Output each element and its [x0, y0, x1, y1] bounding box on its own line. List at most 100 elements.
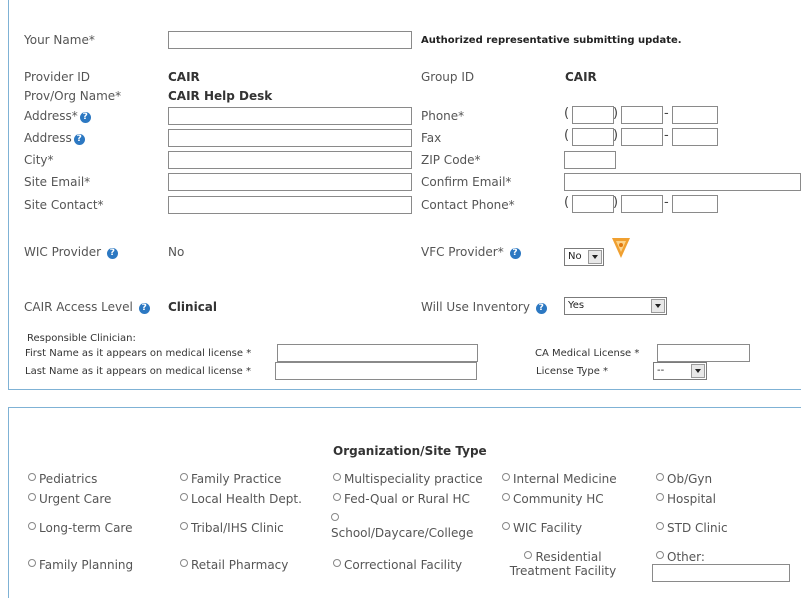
radio-label: School/Daycare/College: [331, 526, 474, 540]
phone-line-input[interactable]: [672, 106, 718, 124]
site-contact-label: Site Contact*: [24, 198, 104, 212]
radio-std-clinic[interactable]: STD Clinic: [656, 521, 728, 535]
radio-retail-pharmacy[interactable]: Retail Pharmacy: [180, 558, 288, 572]
radio-label: Long-term Care: [39, 521, 133, 535]
radio-residential-treatment-facility[interactable]: Residential Treatment Facility: [498, 550, 628, 578]
required-star: *: [246, 348, 252, 359]
radio-urgent-care[interactable]: Urgent Care: [28, 492, 111, 506]
radio-circle: [656, 522, 664, 530]
ca-medical-license-label: CA Medical License *: [535, 348, 639, 359]
wic-provider-value: No: [168, 245, 185, 259]
radio-ob-gyn[interactable]: Ob/Gyn: [656, 472, 712, 486]
radio-family-planning[interactable]: Family Planning: [28, 558, 133, 572]
contact-phone-open-paren: (: [564, 195, 570, 210]
radio-hospital[interactable]: Hospital: [656, 492, 716, 506]
will-use-inventory-selected: Yes: [568, 300, 585, 311]
site-email-input[interactable]: [168, 173, 412, 191]
cair-access-label: CAIR Access Level ?: [24, 300, 150, 314]
contact-phone-area-input[interactable]: [572, 195, 614, 213]
address2-label-text: Address: [24, 131, 72, 145]
radio-pediatrics[interactable]: Pediatrics: [28, 472, 97, 486]
fax-label: Fax: [421, 131, 442, 145]
your-name-input[interactable]: [168, 31, 412, 49]
radio-circle: [502, 522, 510, 530]
radio-label: Other:: [667, 550, 705, 564]
address-input[interactable]: [168, 107, 412, 125]
radio-circle: [180, 559, 188, 567]
help-icon[interactable]: ?: [509, 248, 521, 259]
help-icon[interactable]: ?: [535, 303, 547, 314]
license-type-select[interactable]: --: [653, 362, 707, 380]
vfc-provider-selected: No: [568, 251, 582, 262]
radio-local-health-dept[interactable]: Local Health Dept.: [180, 492, 302, 506]
radio-correctional-facility[interactable]: Correctional Facility: [333, 558, 462, 572]
your-name-note: Authorized representative submitting upd…: [421, 35, 682, 46]
help-icon[interactable]: ?: [79, 112, 91, 123]
zip-input[interactable]: [564, 151, 616, 169]
contact-phone-prefix-input[interactable]: [621, 195, 663, 213]
fax-area-input[interactable]: [572, 128, 614, 146]
radio-tribal-ihs-clinic[interactable]: Tribal/IHS Clinic: [180, 521, 284, 535]
vfc-provider-label: VFC Provider* ?: [421, 245, 521, 259]
phone-prefix-input[interactable]: [621, 106, 663, 124]
radio-label: STD Clinic: [667, 521, 728, 535]
help-icon[interactable]: ?: [73, 134, 85, 145]
help-icon[interactable]: ?: [138, 303, 150, 314]
will-use-inventory-select[interactable]: Yes: [564, 297, 667, 315]
radio-label: Family Planning: [39, 558, 134, 572]
radio-label: Urgent Care: [39, 492, 112, 506]
wic-provider-label-text: WIC Provider: [24, 245, 102, 259]
radio-circle: [502, 473, 510, 481]
radio-circle: [331, 513, 339, 521]
radio-circle: [656, 473, 664, 481]
radio-label: Multispeciality practice: [344, 472, 483, 486]
radio-circle: [180, 522, 188, 530]
radio-circle: [333, 493, 341, 501]
radio-label: Internal Medicine: [513, 472, 617, 486]
radio-circle: [28, 559, 36, 567]
radio-fed-qual-rural-hc[interactable]: Fed-Qual or Rural HC: [333, 492, 470, 506]
radio-label: Correctional Facility: [344, 558, 463, 572]
group-id-value: CAIR: [565, 70, 597, 84]
radio-other[interactable]: Other:: [656, 550, 705, 564]
fax-line-input[interactable]: [672, 128, 718, 146]
radio-circle: [524, 551, 533, 559]
vfc-provider-select[interactable]: No: [564, 248, 604, 266]
group-id-label: Group ID: [421, 70, 475, 84]
fax-prefix-input[interactable]: [621, 128, 663, 146]
radio-label: Retail Pharmacy: [191, 558, 289, 572]
city-input[interactable]: [168, 151, 412, 169]
radio-wic-facility[interactable]: WIC Facility: [502, 521, 582, 535]
last-name-license-input[interactable]: [275, 362, 477, 380]
radio-internal-medicine[interactable]: Internal Medicine: [502, 472, 617, 486]
radio-label: Hospital: [667, 492, 716, 506]
site-contact-input[interactable]: [168, 196, 412, 214]
vfc-provider-label-text: VFC Provider*: [421, 245, 504, 259]
wic-provider-label: WIC Provider ?: [24, 245, 118, 259]
radio-circle: [656, 493, 664, 501]
radio-label: Local Health Dept.: [191, 492, 302, 506]
required-star: *: [246, 366, 252, 377]
phone-label: Phone*: [421, 109, 465, 123]
radio-school-daycare-college[interactable]: School/Daycare/College: [331, 512, 473, 540]
radio-label: Tribal/IHS Clinic: [191, 521, 284, 535]
radio-circle: [333, 473, 341, 481]
address2-input[interactable]: [168, 129, 412, 147]
phone-area-input[interactable]: [572, 106, 614, 124]
license-type-text: License Type: [536, 366, 600, 377]
contact-phone-line-input[interactable]: [672, 195, 718, 213]
radio-long-term-care[interactable]: Long-term Care: [28, 521, 132, 535]
license-type-label: License Type *: [536, 366, 608, 377]
radio-label: Pediatrics: [39, 472, 98, 486]
confirm-email-input[interactable]: [564, 173, 801, 191]
radio-family-practice[interactable]: Family Practice: [180, 472, 281, 486]
chevron-down-icon: [691, 364, 705, 378]
radio-community-hc[interactable]: Community HC: [502, 492, 604, 506]
other-site-type-input[interactable]: [652, 564, 790, 582]
radio-multispeciality-practice[interactable]: Multispeciality practice: [333, 472, 483, 486]
first-name-license-input[interactable]: [277, 344, 478, 362]
cair-access-label-text: CAIR Access Level: [24, 300, 133, 314]
help-icon[interactable]: ?: [106, 248, 118, 259]
will-use-inventory-label: Will Use Inventory ?: [421, 300, 547, 314]
ca-medical-license-input[interactable]: [657, 344, 750, 362]
